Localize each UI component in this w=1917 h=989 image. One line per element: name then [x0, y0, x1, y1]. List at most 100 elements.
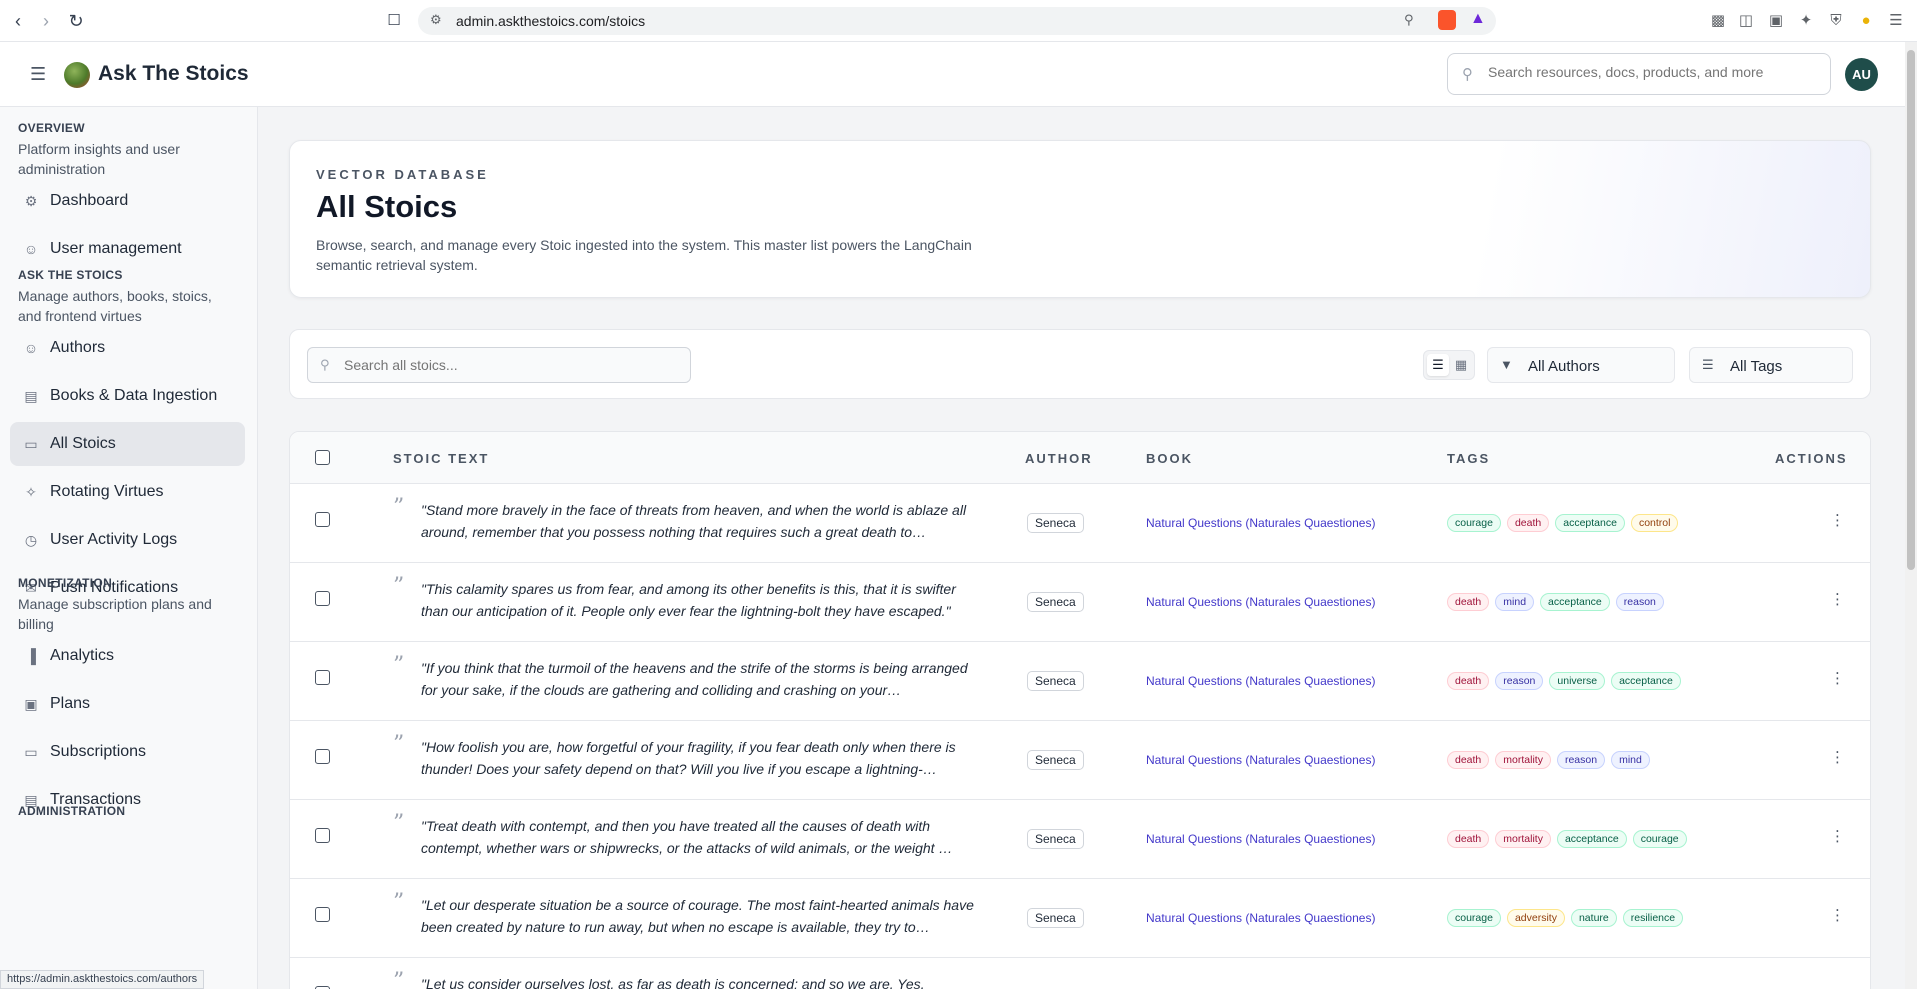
book-icon: ▤	[24, 388, 38, 404]
tag-filter[interactable]: ☰ All Tags	[1689, 347, 1853, 383]
global-search[interactable]: ⚲	[1447, 53, 1831, 95]
row-checkbox[interactable]	[315, 907, 330, 922]
book-link[interactable]: Natural Questions (Naturales Quaestiones…	[1146, 674, 1375, 688]
stoic-text[interactable]: "How foolish you are, how forgetful of y…	[421, 736, 981, 780]
page-scrollbar[interactable]	[1905, 42, 1917, 989]
sidebar: OVERVIEW Platform insights and user admin…	[0, 107, 258, 989]
row-checkbox[interactable]	[315, 670, 330, 685]
page-hero: VECTOR DATABASE All Stoics Browse, searc…	[289, 140, 1871, 298]
profile-icon[interactable]: ●	[1855, 10, 1877, 32]
grid-view-icon[interactable]: ▦	[1450, 354, 1472, 376]
more-actions-icon[interactable]: ⋮	[1830, 511, 1845, 529]
sidebar-item-label: Subscriptions	[50, 743, 147, 760]
forward-icon[interactable]: ›	[34, 9, 58, 33]
key-icon[interactable]: ⚲	[1404, 12, 1414, 28]
leo-ai-icon[interactable]: ✦	[1795, 10, 1817, 32]
author-filter-label: All Authors	[1528, 358, 1600, 375]
book-link[interactable]: Natural Questions (Naturales Quaestiones…	[1146, 595, 1375, 609]
sidebar-item-user-activity-logs[interactable]: ◷ User Activity Logs	[10, 518, 245, 562]
sidebar-item-label: Books & Data Ingestion	[50, 387, 218, 404]
table-row[interactable]: ” "Let us consider ourselves lost, as far…	[290, 958, 1870, 989]
sidebar-item-all-stoics[interactable]: ▭ All Stoics	[10, 422, 245, 466]
stoic-text[interactable]: "Let our desperate situation be a source…	[421, 894, 981, 938]
more-actions-icon[interactable]: ⋮	[1830, 906, 1845, 924]
bookmark-icon[interactable]: ☐	[382, 9, 406, 33]
back-icon[interactable]: ‹	[6, 9, 30, 33]
table-row[interactable]: ” "Stand more bravely in the face of thre…	[290, 484, 1870, 563]
stoic-text[interactable]: "Stand more bravely in the face of threa…	[421, 499, 981, 543]
scrollbar-thumb[interactable]	[1907, 50, 1915, 570]
book-link[interactable]: Natural Questions (Naturales Quaestiones…	[1146, 911, 1375, 925]
table-row[interactable]: ” "If you think that the turmoil of the h…	[290, 642, 1870, 721]
stoic-search[interactable]: ⚲	[307, 347, 691, 383]
more-actions-icon[interactable]: ⋮	[1830, 827, 1845, 845]
sliders-icon: ☰	[1702, 357, 1714, 372]
table-row[interactable]: ” "Treat death with contempt, and then yo…	[290, 800, 1870, 879]
row-checkbox[interactable]	[315, 828, 330, 843]
quote-icon: ”	[393, 574, 405, 599]
row-checkbox[interactable]	[315, 749, 330, 764]
sidebar-item-subscriptions[interactable]: ▭ Subscriptions	[10, 730, 245, 774]
more-actions-icon[interactable]: ⋮	[1830, 590, 1845, 608]
address-bar[interactable]: ⚙ admin.askthestoics.com/stoics ⚲ ▲	[418, 7, 1496, 35]
stoic-text[interactable]: "This calamity spares us from fear, and …	[421, 578, 981, 622]
table-row[interactable]: ” "How foolish you are, how forgetful of …	[290, 721, 1870, 800]
sidebar-toggle-icon[interactable]: ◫	[1735, 10, 1757, 32]
more-actions-icon[interactable]: ⋮	[1830, 669, 1845, 687]
row-checkbox[interactable]	[315, 591, 330, 606]
sidebar-item-authors[interactable]: ☺ Authors	[10, 326, 245, 370]
table-row[interactable]: ” "This calamity spares us from fear, and…	[290, 563, 1870, 642]
sidebar-section-description: Platform insights and user administratio…	[18, 141, 180, 177]
site-settings-icon[interactable]: ⚙	[430, 12, 442, 28]
tag-badge: control	[1630, 514, 1679, 532]
book-link[interactable]: Natural Questions (Naturales Quaestiones…	[1146, 753, 1375, 767]
extensions-icon[interactable]: ▩	[1707, 10, 1729, 32]
book-link[interactable]: Natural Questions (Naturales Quaestiones…	[1146, 516, 1375, 530]
menu-icon[interactable]: ☰	[1885, 10, 1907, 32]
author-filter[interactable]: ▼ All Authors	[1487, 347, 1675, 383]
author-badge: Seneca	[1027, 592, 1084, 612]
book-link[interactable]: Natural Questions (Naturales Quaestiones…	[1146, 832, 1375, 846]
view-toggle: ☰ ▦	[1423, 350, 1475, 380]
column-header-tags[interactable]: TAGS	[1447, 451, 1490, 466]
stoic-text[interactable]: "Let us consider ourselves lost, as far …	[421, 973, 981, 989]
sidebar-item-analytics[interactable]: ▐ Analytics	[10, 634, 245, 678]
select-all-checkbox[interactable]	[315, 450, 330, 465]
global-search-input[interactable]	[1488, 64, 1818, 80]
table-header: STOIC TEXT AUTHOR BOOK TAGS ACTIONS	[290, 432, 1870, 484]
sidebar-item-plans[interactable]: ▣ Plans	[10, 682, 245, 726]
stoic-text[interactable]: "Treat death with contempt, and then you…	[421, 815, 981, 859]
sidebar-item-books-data-ingestion[interactable]: ▤ Books & Data Ingestion	[10, 374, 245, 418]
hamburger-menu-icon[interactable]: ☰	[30, 64, 46, 85]
sidebar-section-monetization: MONETIZATION	[18, 576, 113, 590]
stoic-search-input[interactable]	[344, 357, 674, 373]
vpn-icon[interactable]: ⛨	[1825, 10, 1847, 32]
brave-shield-icon[interactable]	[1438, 10, 1456, 30]
column-header-author[interactable]: AUTHOR	[1025, 451, 1093, 466]
author-badge: Seneca	[1027, 829, 1084, 849]
column-header-book[interactable]: BOOK	[1146, 451, 1193, 466]
user-avatar[interactable]: AU	[1845, 58, 1878, 91]
more-actions-icon[interactable]: ⋮	[1830, 748, 1845, 766]
clock-icon: ◷	[24, 532, 38, 548]
wallet-icon[interactable]: ▣	[1765, 10, 1787, 32]
brand-name: Ask The Stoics	[98, 62, 249, 85]
list-view-icon[interactable]: ☰	[1427, 354, 1449, 376]
users-icon: ☺	[23, 241, 39, 257]
tag-badge: death	[1447, 830, 1490, 848]
quote-icon: ”	[393, 732, 405, 757]
sidebar-item-user-management[interactable]: ☺ User management	[10, 227, 245, 271]
column-header-stoic-text[interactable]: STOIC TEXT	[393, 451, 489, 466]
sidebar-item-dashboard[interactable]: ⚙ Dashboard	[10, 179, 245, 223]
reload-icon[interactable]: ↻	[64, 9, 88, 33]
tag-list: death mind acceptance reason	[1447, 592, 1670, 612]
package-icon: ▣	[24, 696, 38, 712]
stoic-text[interactable]: "If you think that the turmoil of the he…	[421, 657, 981, 701]
tag-badge: reason	[1495, 672, 1544, 690]
tag-badge: mortality	[1495, 830, 1551, 848]
table-row[interactable]: ” "Let our desperate situation be a sourc…	[290, 879, 1870, 958]
sidebar-item-rotating-virtues[interactable]: ✧ Rotating Virtues	[10, 470, 245, 514]
rewards-icon[interactable]: ▲	[1470, 10, 1486, 28]
tag-filter-label: All Tags	[1730, 358, 1783, 375]
row-checkbox[interactable]	[315, 512, 330, 527]
